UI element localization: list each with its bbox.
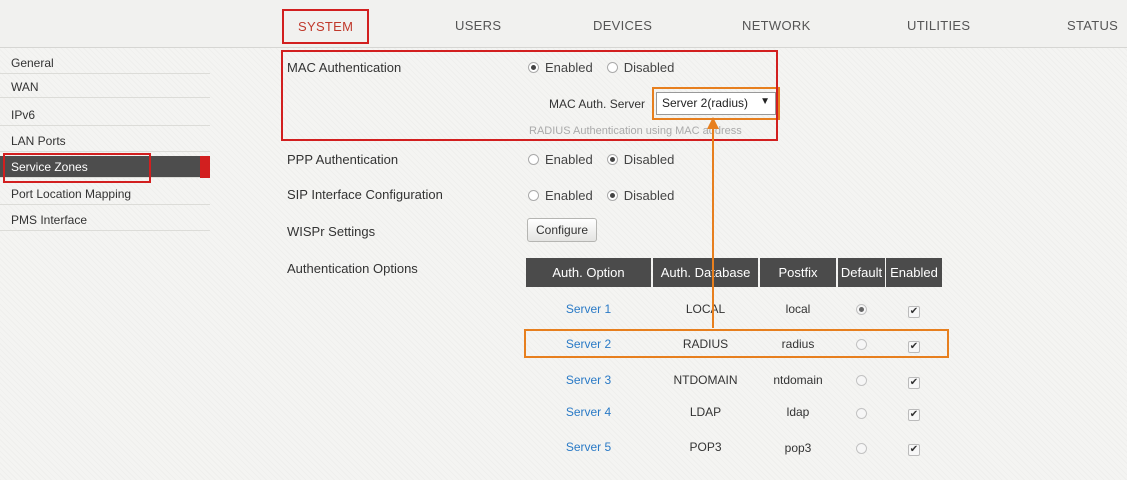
auth-options-label: Authentication Options xyxy=(287,261,418,276)
mac-auth-label: MAC Authentication xyxy=(287,60,402,75)
tab-status[interactable]: STATUS xyxy=(1067,18,1118,33)
tab-network[interactable]: NETWORK xyxy=(742,18,811,33)
enabled-checkbox[interactable]: ✔ xyxy=(908,306,920,318)
mac-auth-disabled-radio[interactable] xyxy=(606,62,618,73)
enabled-checkbox[interactable]: ✔ xyxy=(908,377,920,389)
sip-config-label: SIP Interface Configuration xyxy=(287,187,443,202)
table-row-database: LOCAL xyxy=(685,302,726,316)
table-row-database: NTDOMAIN xyxy=(673,373,738,387)
tab-devices[interactable]: DEVICES xyxy=(593,18,652,33)
ppp-auth-disabled-label: Disabled xyxy=(623,152,675,167)
table-row-default xyxy=(838,339,885,353)
tab-utilities[interactable]: UTILITIES xyxy=(907,18,970,33)
sip-disabled-radio[interactable] xyxy=(606,190,618,201)
table-row-default xyxy=(838,443,885,457)
mac-auth-server-select[interactable]: Server 2(radius) ▼ xyxy=(656,92,776,115)
default-radio[interactable] xyxy=(856,375,867,386)
default-radio[interactable] xyxy=(856,339,867,350)
table-row-option[interactable]: Server 1 xyxy=(526,302,651,316)
mac-auth-server-label: MAC Auth. Server xyxy=(549,97,646,111)
mac-auth-hint: RADIUS Authentication using MAC address xyxy=(529,125,742,137)
table-row-enabled: ✔ xyxy=(886,338,942,353)
col-header-auth-database: Auth. Database xyxy=(653,258,758,287)
default-radio[interactable] xyxy=(856,304,867,315)
chevron-down-icon: ▼ xyxy=(760,96,770,107)
top-nav: SYSTEM USERS DEVICES NETWORK UTILITIES S… xyxy=(0,0,1127,48)
enabled-checkbox[interactable]: ✔ xyxy=(908,341,920,353)
enabled-checkbox[interactable]: ✔ xyxy=(908,444,920,456)
col-header-postfix: Postfix xyxy=(760,258,836,287)
table-row-default xyxy=(838,408,885,422)
table-row-postfix: pop3 xyxy=(784,441,812,455)
ppp-auth-disabled-radio[interactable] xyxy=(606,154,618,165)
sip-enabled-radio[interactable] xyxy=(528,190,539,201)
table-row-enabled: ✔ xyxy=(886,441,942,456)
mac-auth-disabled-label: Disabled xyxy=(623,60,675,75)
sidebar-item-port-location-mapping[interactable]: Port Location Mapping xyxy=(0,183,210,205)
table-row-option[interactable]: Server 5 xyxy=(526,440,651,454)
tab-users[interactable]: USERS xyxy=(455,18,501,33)
sidebar-item-label: Service Zones xyxy=(11,160,88,174)
table-row-enabled: ✔ xyxy=(886,303,942,318)
default-radio[interactable] xyxy=(856,443,867,454)
ppp-auth-radio-group: Enabled Disabled xyxy=(528,152,688,167)
mac-auth-server-value: Server 2(radius) xyxy=(662,96,749,110)
table-row-database: POP3 xyxy=(689,440,722,454)
ppp-auth-enabled-label: Enabled xyxy=(545,152,593,167)
mac-auth-radio-group: Enabled Disabled xyxy=(528,60,688,75)
table-row-default xyxy=(838,304,885,318)
table-row-postfix: radius xyxy=(781,337,815,351)
table-row-enabled: ✔ xyxy=(886,406,942,421)
sip-disabled-label: Disabled xyxy=(623,188,675,203)
table-row-enabled: ✔ xyxy=(886,374,942,389)
table-row-postfix: ldap xyxy=(786,405,810,419)
table-row-postfix: local xyxy=(785,302,811,316)
sidebar-item-wan[interactable]: WAN xyxy=(0,76,210,98)
sidebar: General WAN IPv6 LAN Ports Service Zones… xyxy=(0,48,210,480)
sidebar-item-service-zones[interactable]: Service Zones xyxy=(0,156,210,178)
sidebar-item-pms-interface[interactable]: PMS Interface xyxy=(0,209,210,231)
table-row-option[interactable]: Server 3 xyxy=(526,373,651,387)
active-marker xyxy=(200,156,210,178)
sip-radio-group: Enabled Disabled xyxy=(528,188,688,203)
sidebar-item-ipv6[interactable]: IPv6 xyxy=(0,104,210,126)
table-row-default xyxy=(838,375,885,389)
tab-system[interactable]: SYSTEM xyxy=(282,9,370,44)
col-header-default: Default xyxy=(838,258,885,287)
sidebar-item-general[interactable]: General xyxy=(0,52,210,74)
configure-button[interactable]: Configure xyxy=(527,218,598,242)
sidebar-item-lan-ports[interactable]: LAN Ports xyxy=(0,130,210,152)
table-row-database: LDAP xyxy=(689,405,722,419)
wispr-settings-label: WISPr Settings xyxy=(287,224,376,239)
default-radio[interactable] xyxy=(856,408,867,419)
sip-enabled-label: Enabled xyxy=(545,188,593,203)
mac-auth-enabled-radio[interactable] xyxy=(528,62,539,73)
enabled-checkbox[interactable]: ✔ xyxy=(908,409,920,421)
table-row-database: RADIUS xyxy=(682,337,729,351)
col-header-enabled: Enabled xyxy=(886,258,942,287)
ppp-auth-enabled-radio[interactable] xyxy=(528,154,539,165)
table-row-option[interactable]: Server 2 xyxy=(526,337,651,351)
mac-auth-enabled-label: Enabled xyxy=(545,60,593,75)
table-row-postfix: ntdomain xyxy=(773,373,823,387)
ppp-auth-label: PPP Authentication xyxy=(287,152,399,167)
col-header-auth-option: Auth. Option xyxy=(526,258,651,287)
table-row-option[interactable]: Server 4 xyxy=(526,405,651,419)
